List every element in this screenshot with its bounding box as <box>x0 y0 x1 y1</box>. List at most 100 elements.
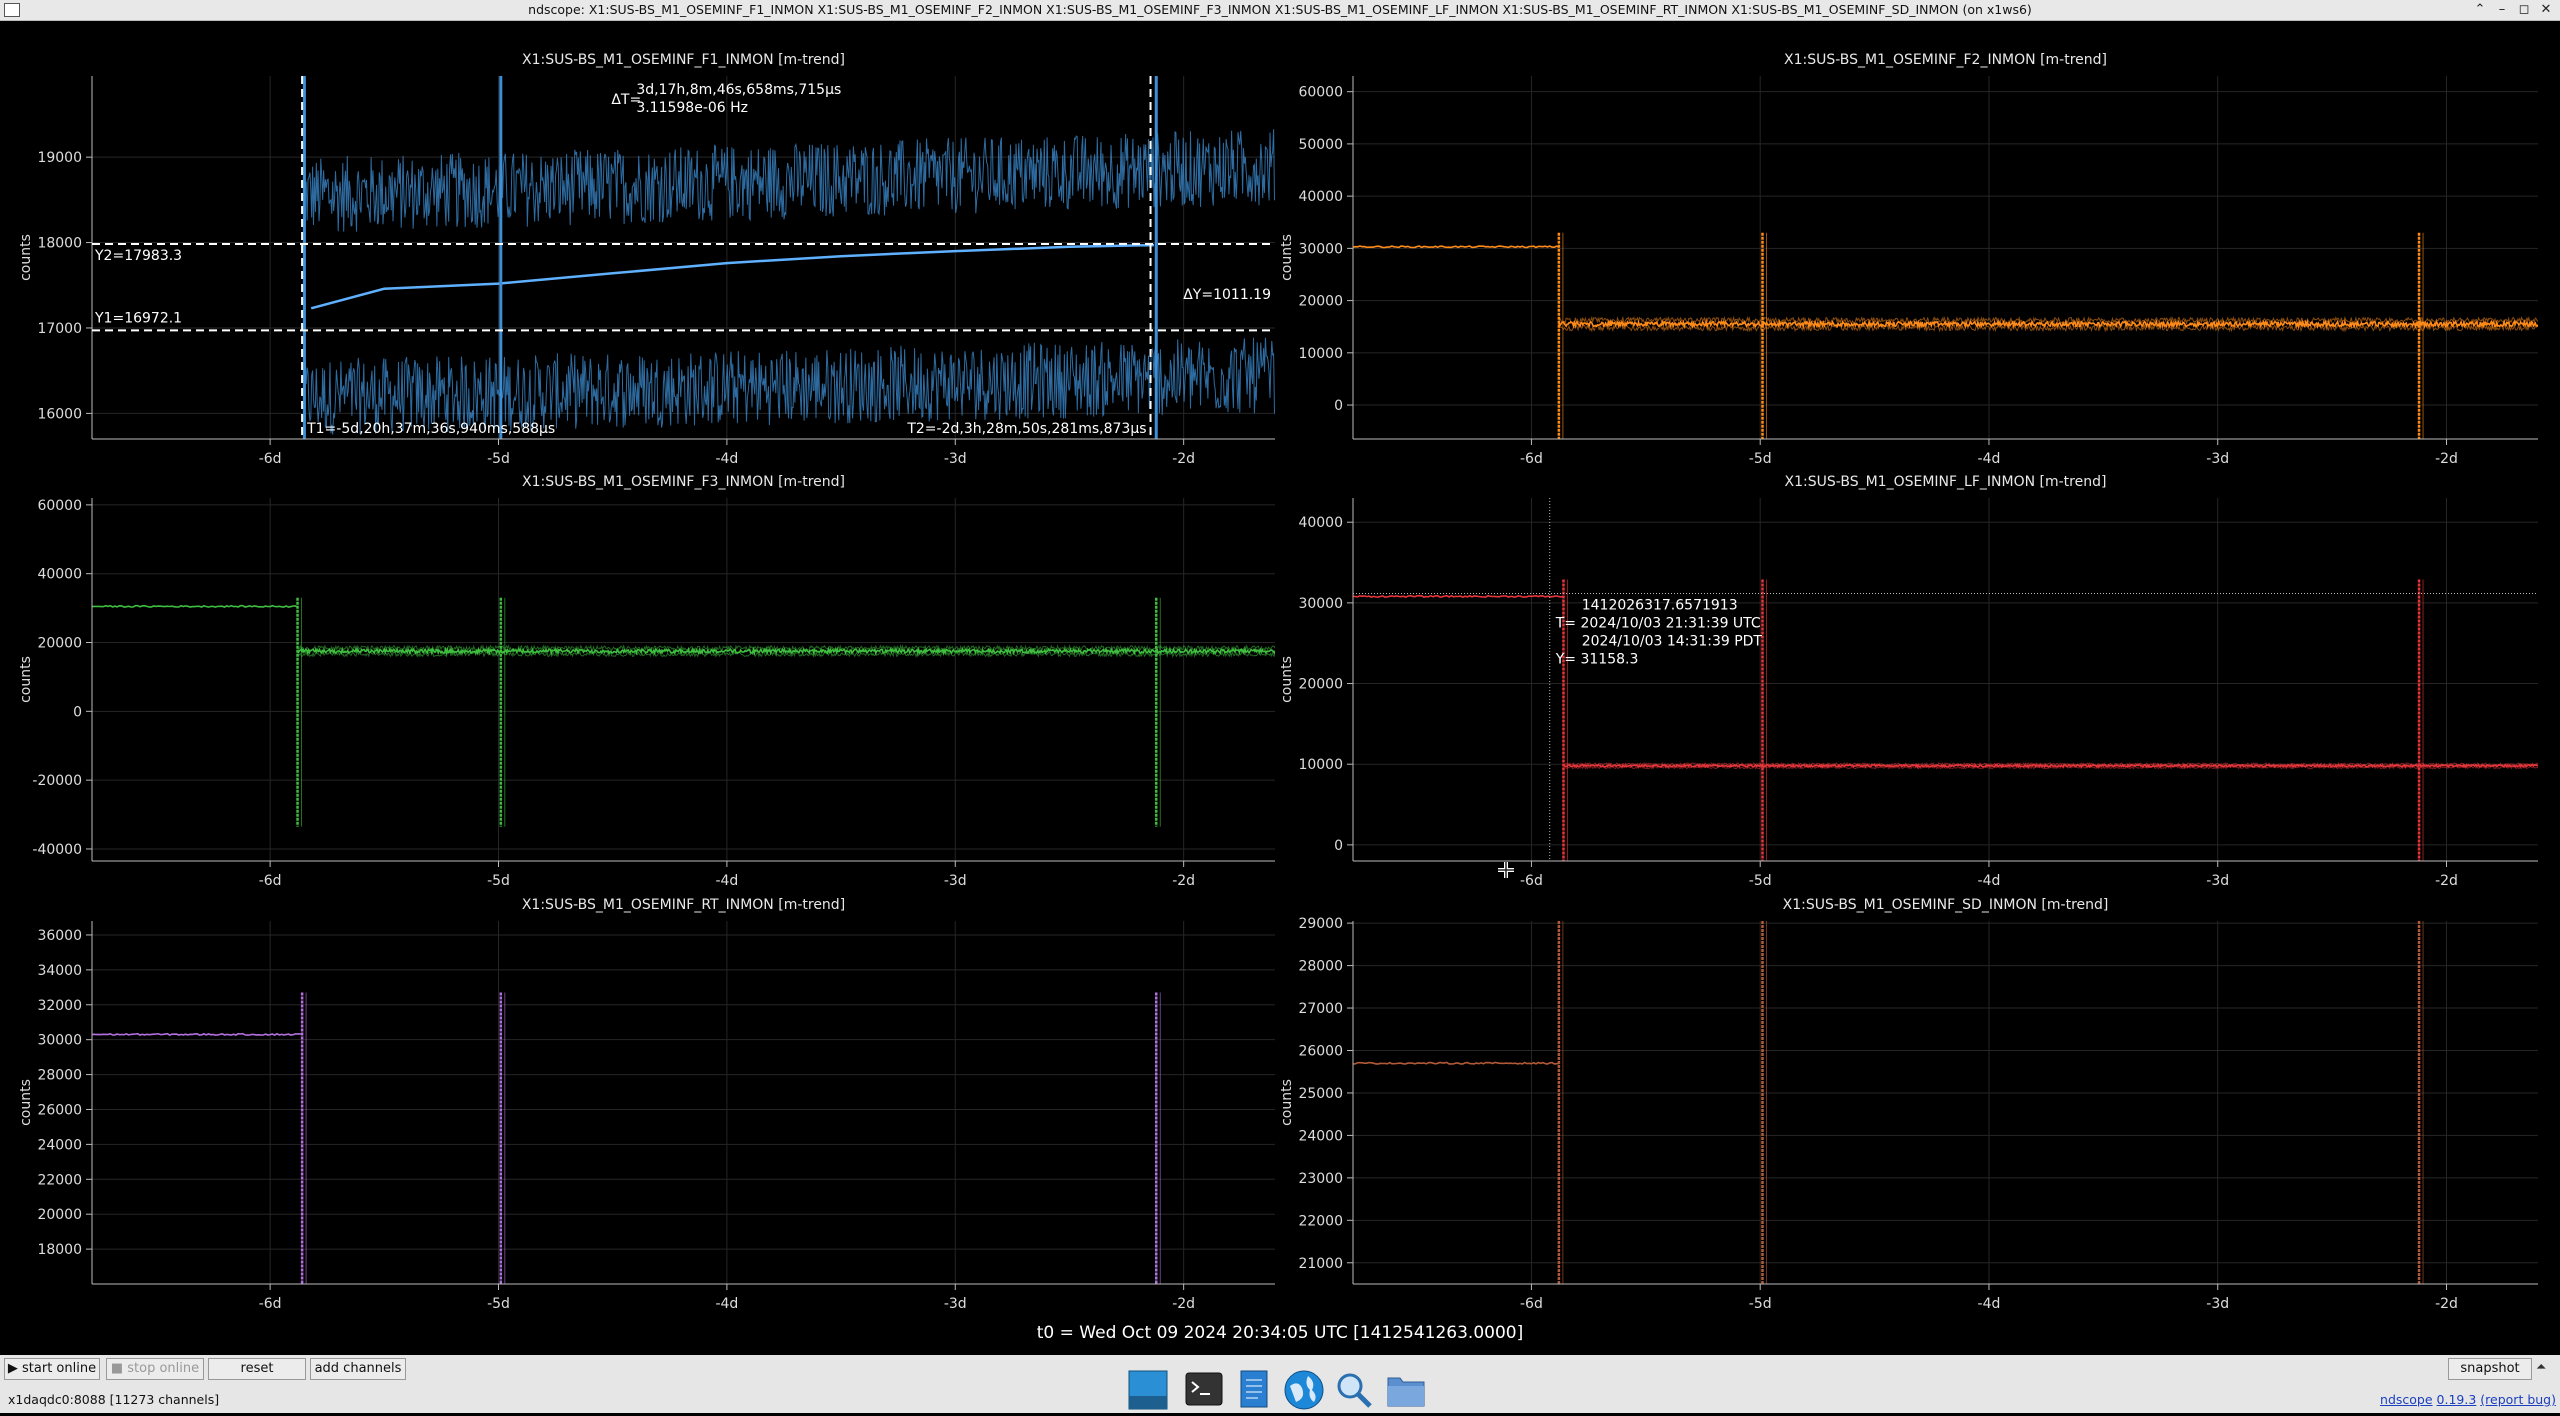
stop-online-button[interactable]: ■ stop online <box>106 1358 204 1380</box>
x-tick-label: -2d <box>1172 451 1195 467</box>
y-tick-label: 18000 <box>37 236 82 252</box>
x-tick-label: -6d <box>1520 1296 1543 1312</box>
chevron-up-icon[interactable]: ⏶ <box>2536 1360 2546 1375</box>
delta-t-frequency: 3.11598e-06 Hz <box>636 100 748 116</box>
delta-y-label: ΔY=1011.19 <box>1183 287 1271 303</box>
plot-f3[interactable]: X1:SUS-BS_M1_OSEMINF_F3_INMON [m-trend] c… <box>18 474 1275 889</box>
plot-lf[interactable]: X1:SUS-BS_M1_OSEMINF_LF_INMON [m-trend] c… <box>1279 21 2538 889</box>
t0-label: t0 = Wed Oct 09 2024 20:34:05 UTC [14125… <box>1036 1323 1524 1343</box>
crosshair-local-time: 2024/10/03 14:31:39 PDT <box>1582 634 1763 650</box>
y-axis-label: counts <box>1279 1079 1295 1126</box>
x-tick-label: -3d <box>944 873 967 889</box>
plot-area[interactable] <box>1353 76 2538 439</box>
maximize-icon[interactable]: ◻ <box>2514 1 2534 18</box>
plot-title: X1:SUS-BS_M1_OSEMINF_F3_INMON [m-trend] <box>522 474 845 490</box>
report-bug-link[interactable]: (report bug) <box>2480 1392 2556 1407</box>
y-tick-label: 40000 <box>37 567 82 583</box>
y-tick-label: 27000 <box>1298 1001 1343 1017</box>
series-mean-trace <box>1563 763 2538 769</box>
plot-area[interactable] <box>92 921 1275 1284</box>
move-cursor-icon-inner <box>1498 862 1514 878</box>
ndscope-link[interactable]: ndscope <box>2380 1392 2433 1407</box>
x-tick-label: -6d <box>1520 873 1543 889</box>
version-info: ndscope 0.19.3 (report bug) <box>2380 1392 2556 1407</box>
plot-f1[interactable]: X1:SUS-BS_M1_OSEMINF_F1_INMON [m-trend] c… <box>18 52 1275 467</box>
y-tick-label: 20000 <box>37 636 82 652</box>
plot-area[interactable] <box>1353 921 2538 1284</box>
x-tick-label: -3d <box>2206 1296 2229 1312</box>
y-axis-label: counts <box>18 656 34 703</box>
plot-grid[interactable]: X1:SUS-BS_M1_OSEMINF_F1_INMON [m-trend] c… <box>0 20 2560 1320</box>
x-tick-label: -4d <box>715 1296 738 1312</box>
plot-area[interactable] <box>92 498 1275 861</box>
y-tick-label: 22000 <box>37 1172 82 1188</box>
y-tick-label: 19000 <box>37 150 82 166</box>
crosshair-gps-time: 1412026317.6571913 <box>1582 598 1738 614</box>
y-axis-label: counts <box>1279 656 1295 703</box>
y-tick-label: 18000 <box>37 1242 82 1258</box>
x-tick-label: -4d <box>715 873 738 889</box>
plot-area[interactable] <box>1353 498 2538 861</box>
window-titlebar: ndscope: X1:SUS-BS_M1_OSEMINF_F1_INMON X… <box>0 0 2560 21</box>
x-tick-label: -6d <box>259 873 282 889</box>
y-tick-label: 32000 <box>37 998 82 1014</box>
desktop-icon[interactable] <box>1126 1368 1170 1412</box>
terminal-icon[interactable] <box>1182 1368 1226 1412</box>
x-tick-label: -3d <box>2206 451 2229 467</box>
search-icon[interactable] <box>1332 1368 1376 1412</box>
series-mean-trace <box>297 646 1275 657</box>
plot-title: X1:SUS-BS_M1_OSEMINF_RT_INMON [m-trend] <box>522 897 845 913</box>
series-trace-before <box>1353 594 1564 598</box>
plot-title: X1:SUS-BS_M1_OSEMINF_F2_INMON [m-trend] <box>1784 52 2107 68</box>
file-manager-icon[interactable] <box>1384 1368 1428 1412</box>
x-tick-label: -4d <box>715 451 738 467</box>
x-tick-label: -2d <box>1172 1296 1195 1312</box>
crosshair-utc-time: T= 2024/10/03 21:31:39 UTC <box>1555 616 1761 632</box>
snapshot-button[interactable]: snapshot <box>2448 1358 2532 1380</box>
x-tick-label: -2d <box>2435 873 2458 889</box>
series-trace-before <box>92 604 298 608</box>
close-icon[interactable]: ✕ <box>2536 1 2556 18</box>
plot-title: X1:SUS-BS_M1_OSEMINF_F1_INMON [m-trend] <box>522 52 845 68</box>
plot-sd[interactable]: X1:SUS-BS_M1_OSEMINF_SD_INMON [m-trend] c… <box>1279 897 2538 1312</box>
text-editor-icon[interactable] <box>1232 1368 1276 1412</box>
y-tick-label: 26000 <box>1298 1043 1343 1059</box>
series-mean-trace <box>1558 318 2538 330</box>
y1-label: Y1=16972.1 <box>94 310 182 326</box>
reset-button[interactable]: reset <box>208 1358 306 1380</box>
y-tick-label: 25000 <box>1298 1086 1343 1102</box>
x-tick-label: -4d <box>1978 873 2001 889</box>
crosshair-y-value: Y= 31158.3 <box>1555 652 1639 668</box>
y-tick-label: 20000 <box>37 1207 82 1223</box>
version-link[interactable]: 0.19.3 <box>2437 1392 2477 1407</box>
series-trace-before <box>92 1032 303 1036</box>
y-tick-label: 29000 <box>1298 916 1343 932</box>
window-shade-icon[interactable]: ⌃ <box>2470 1 2490 18</box>
x-tick-label: -4d <box>1978 451 2001 467</box>
y-tick-label: 36000 <box>37 928 82 944</box>
y-axis-label: counts <box>18 1079 34 1126</box>
x-tick-label: -5d <box>487 1296 510 1312</box>
series-mean-trace <box>310 243 1155 310</box>
browser-icon[interactable] <box>1282 1368 1326 1412</box>
y-tick-label: 24000 <box>1298 1128 1343 1144</box>
plot-area[interactable] <box>92 76 1275 439</box>
y-tick-label: 24000 <box>37 1137 82 1153</box>
y-tick-label: 10000 <box>1298 757 1343 773</box>
status-text: x1daqdc0:8088 [11273 channels] <box>8 1392 220 1407</box>
y-tick-label: 16000 <box>37 406 82 422</box>
x-tick-label: -3d <box>2206 873 2229 889</box>
y-tick-label: 30000 <box>1298 596 1343 612</box>
y-tick-label: 28000 <box>37 1068 82 1084</box>
plot-rt[interactable]: X1:SUS-BS_M1_OSEMINF_RT_INMON [m-trend] c… <box>18 897 1275 1312</box>
y-tick-label: 20000 <box>1298 294 1343 310</box>
plot-f2[interactable]: X1:SUS-BS_M1_OSEMINF_F2_INMON [m-trend] c… <box>1279 52 2538 467</box>
minimize-icon[interactable]: – <box>2492 1 2512 18</box>
start-online-button[interactable]: ▶ start online <box>4 1358 100 1380</box>
y-tick-label: 20000 <box>1298 677 1343 693</box>
y-tick-label: 22000 <box>1298 1213 1343 1229</box>
add-channels-button[interactable]: add channels <box>310 1358 406 1380</box>
y-tick-label: 40000 <box>1298 189 1343 205</box>
y-tick-label: 40000 <box>1298 515 1343 531</box>
x-tick-label: -5d <box>1749 873 1772 889</box>
